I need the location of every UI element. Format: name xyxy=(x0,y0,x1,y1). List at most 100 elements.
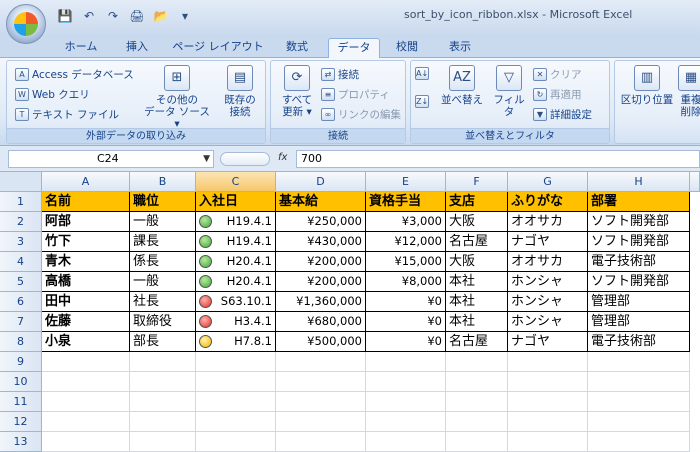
table-cell[interactable]: ナゴヤ xyxy=(508,232,588,252)
empty-cell[interactable] xyxy=(508,372,588,392)
empty-cell[interactable] xyxy=(196,392,276,412)
formula-toggle-button[interactable] xyxy=(220,152,270,166)
empty-cell[interactable] xyxy=(42,372,130,392)
table-cell[interactable]: 大阪 xyxy=(446,252,508,272)
empty-cell[interactable] xyxy=(130,412,196,432)
table-cell[interactable]: 一般 xyxy=(130,212,196,232)
tab-page-layout[interactable]: ページ レイアウト xyxy=(170,38,266,58)
empty-cell[interactable] xyxy=(508,352,588,372)
empty-cell[interactable] xyxy=(276,352,366,372)
table-cell[interactable]: S63.10.1 xyxy=(196,292,276,312)
redo-icon[interactable]: ↷ xyxy=(104,8,122,24)
table-cell[interactable]: ¥0 xyxy=(366,332,446,352)
undo-icon[interactable]: ↶ xyxy=(80,8,98,24)
table-cell[interactable]: ホンシャ xyxy=(508,312,588,332)
tab-home[interactable]: ホーム xyxy=(58,38,104,58)
empty-cell[interactable] xyxy=(508,412,588,432)
column-header-f[interactable]: F xyxy=(446,172,508,192)
table-cell[interactable]: ソフト開発部 xyxy=(588,272,690,292)
customize-qat-icon[interactable]: ▾ xyxy=(176,8,194,24)
empty-cell[interactable] xyxy=(588,392,690,412)
empty-cell[interactable] xyxy=(588,412,690,432)
empty-cell[interactable] xyxy=(366,432,446,452)
table-cell[interactable]: 本社 xyxy=(446,292,508,312)
empty-cell[interactable] xyxy=(42,432,130,452)
column-header-h[interactable]: H xyxy=(588,172,690,192)
name-box[interactable]: C24 ▼ xyxy=(8,150,214,168)
table-cell[interactable]: ¥1,360,000 xyxy=(276,292,366,312)
table-cell[interactable]: 部長 xyxy=(130,332,196,352)
table-cell[interactable]: H7.8.1 xyxy=(196,332,276,352)
clear-button[interactable]: ✕ クリア xyxy=(533,67,582,82)
table-cell[interactable]: 小泉 xyxy=(42,332,130,352)
table-cell[interactable]: ソフト開発部 xyxy=(588,212,690,232)
empty-cell[interactable] xyxy=(42,392,130,412)
table-cell[interactable]: 取締役 xyxy=(130,312,196,332)
table-cell[interactable]: オオサカ xyxy=(508,252,588,272)
sort-descending-button[interactable]: Z↓ xyxy=(415,95,429,108)
table-cell[interactable]: ソフト開発部 xyxy=(588,232,690,252)
table-header-cell[interactable]: 入社日 xyxy=(196,192,276,212)
office-button[interactable] xyxy=(6,4,46,44)
table-cell[interactable]: ナゴヤ xyxy=(508,332,588,352)
table-cell[interactable]: ¥8,000 xyxy=(366,272,446,292)
table-cell[interactable]: H20.4.1 xyxy=(196,272,276,292)
empty-cell[interactable] xyxy=(276,392,366,412)
table-cell[interactable]: H19.4.1 xyxy=(196,212,276,232)
empty-cell[interactable] xyxy=(508,432,588,452)
formula-input[interactable]: 700 xyxy=(296,150,700,168)
empty-cell[interactable] xyxy=(276,372,366,392)
refresh-all-button[interactable]: ⟳ すべて 更新 ▾ xyxy=(275,65,319,118)
filter-button[interactable]: ▽ フィルタ xyxy=(489,65,529,118)
table-cell[interactable]: 一般 xyxy=(130,272,196,292)
connections-button[interactable]: ⇄ 接続 xyxy=(321,67,359,82)
empty-cell[interactable] xyxy=(130,372,196,392)
table-cell[interactable]: H20.4.1 xyxy=(196,252,276,272)
table-cell[interactable]: 課長 xyxy=(130,232,196,252)
empty-cell[interactable] xyxy=(508,392,588,412)
row-header-3[interactable]: 3 xyxy=(0,232,42,252)
tab-formulas[interactable]: 数式 xyxy=(276,38,318,58)
empty-cell[interactable] xyxy=(130,432,196,452)
empty-cell[interactable] xyxy=(130,392,196,412)
empty-cell[interactable] xyxy=(446,412,508,432)
table-cell[interactable]: H3.4.1 xyxy=(196,312,276,332)
empty-cell[interactable] xyxy=(196,432,276,452)
table-cell[interactable]: 高橋 xyxy=(42,272,130,292)
table-cell[interactable]: 名古屋 xyxy=(446,232,508,252)
table-cell[interactable]: 田中 xyxy=(42,292,130,312)
row-header-8[interactable]: 8 xyxy=(0,332,42,352)
tab-view[interactable]: 表示 xyxy=(440,38,480,58)
empty-cell[interactable] xyxy=(196,372,276,392)
table-cell[interactable]: 竹下 xyxy=(42,232,130,252)
table-cell[interactable]: 係長 xyxy=(130,252,196,272)
tab-insert[interactable]: 挿入 xyxy=(114,38,160,58)
column-header-a[interactable]: A xyxy=(42,172,130,192)
table-cell[interactable]: ¥200,000 xyxy=(276,272,366,292)
advanced-button[interactable]: ▼ 詳細設定 xyxy=(533,107,592,122)
empty-cell[interactable] xyxy=(588,432,690,452)
properties-button[interactable]: ≡ プロパティ xyxy=(321,87,390,102)
table-cell[interactable]: 大阪 xyxy=(446,212,508,232)
table-cell[interactable]: ¥250,000 xyxy=(276,212,366,232)
text-file-button[interactable]: T テキスト ファイル xyxy=(15,107,119,122)
table-cell[interactable]: オオサカ xyxy=(508,212,588,232)
table-cell[interactable]: ¥0 xyxy=(366,292,446,312)
table-cell[interactable]: 佐藤 xyxy=(42,312,130,332)
sort-button[interactable]: AZ 並べ替え xyxy=(439,65,485,106)
empty-cell[interactable] xyxy=(588,352,690,372)
empty-cell[interactable] xyxy=(366,352,446,372)
table-header-cell[interactable]: 部署 xyxy=(588,192,690,212)
table-cell[interactable]: 社長 xyxy=(130,292,196,312)
worksheet-grid[interactable]: A B C D E F G H 1 2 3 4 5 6 7 8 9 10 11 12 13 名前 職位 入社日 基本給 資格手当支… xyxy=(0,172,700,452)
empty-cell[interactable] xyxy=(446,392,508,412)
row-header-10[interactable]: 10 xyxy=(0,372,42,392)
row-header-12[interactable]: 12 xyxy=(0,412,42,432)
table-cell[interactable]: 本社 xyxy=(446,312,508,332)
table-cell[interactable]: 名古屋 xyxy=(446,332,508,352)
name-box-dropdown-icon[interactable]: ▼ xyxy=(203,151,210,167)
empty-cell[interactable] xyxy=(366,372,446,392)
empty-cell[interactable] xyxy=(42,412,130,432)
table-cell[interactable]: ホンシャ xyxy=(508,272,588,292)
row-header-2[interactable]: 2 xyxy=(0,212,42,232)
